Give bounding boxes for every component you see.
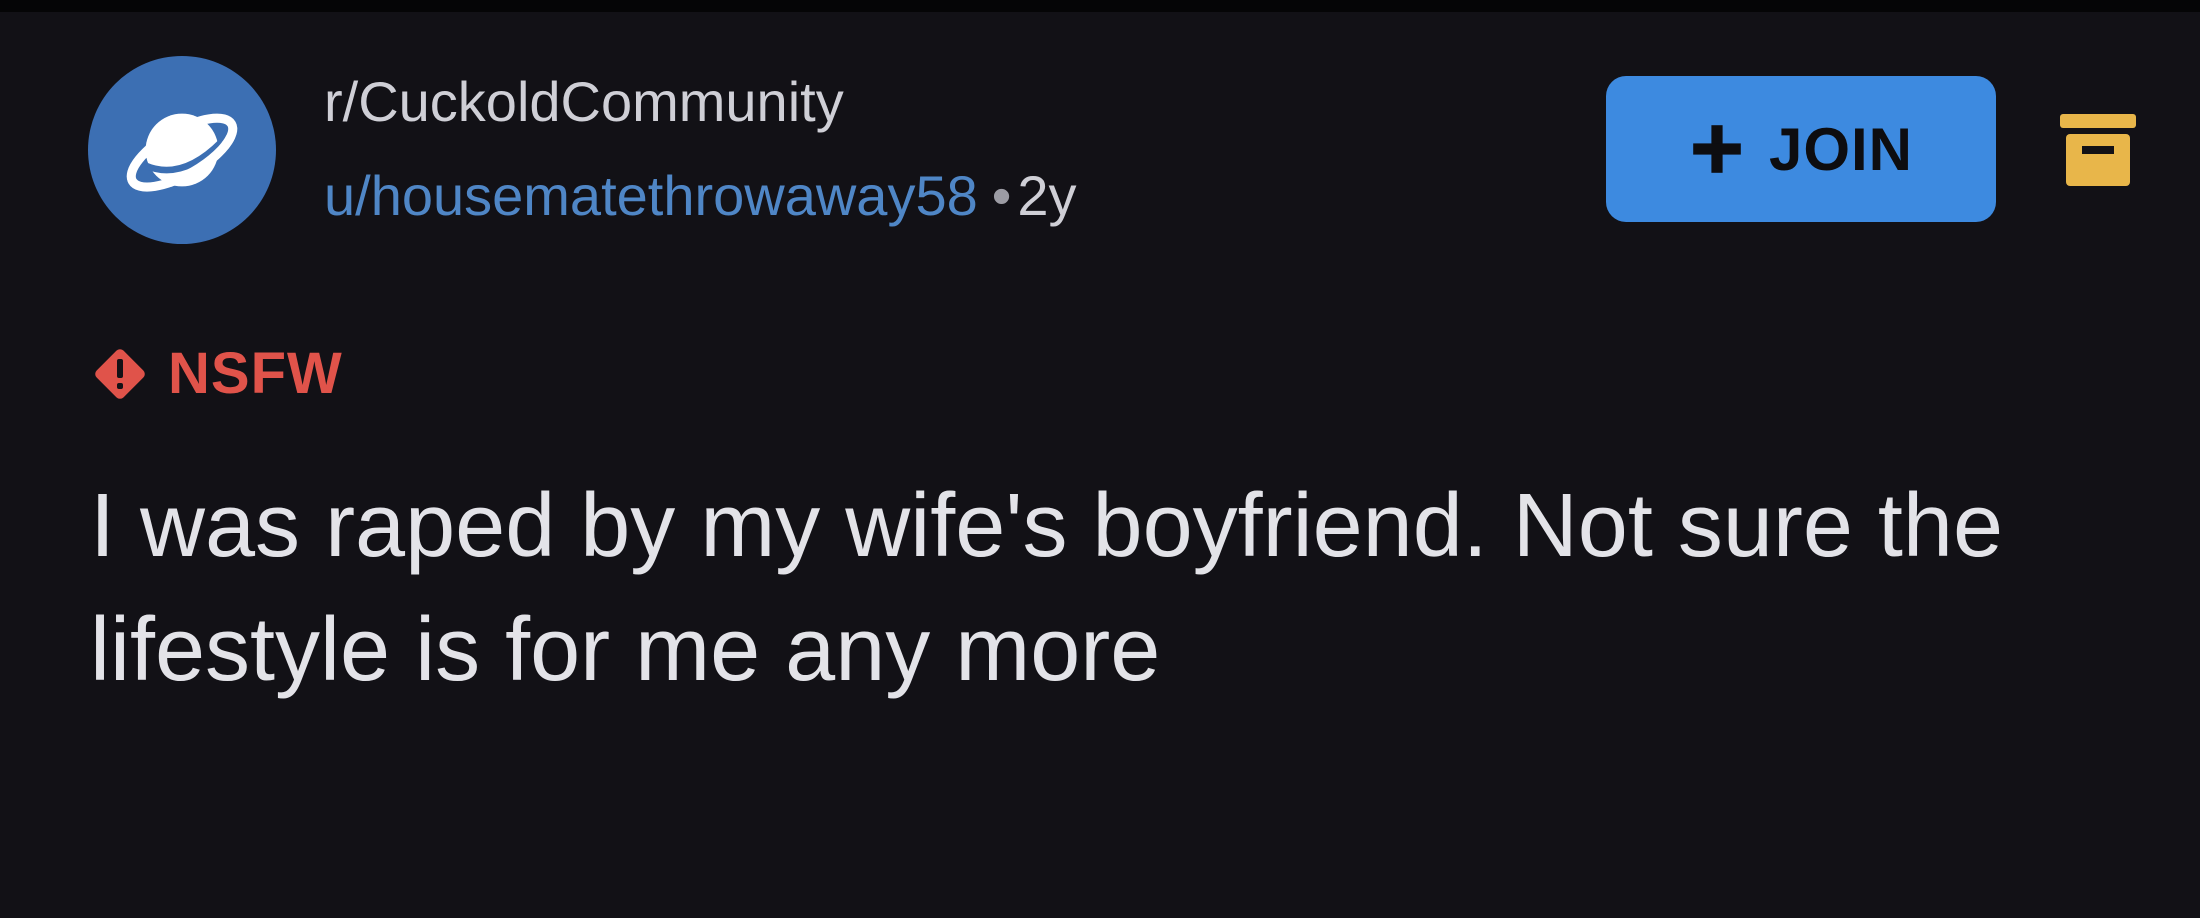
post-age: 2y — [1017, 164, 1077, 227]
post-card[interactable]: r/CuckoldCommunity u/housematethrowaway5… — [0, 12, 2200, 918]
join-label: JOIN — [1768, 115, 1914, 183]
planet-icon — [126, 113, 238, 192]
subreddit-avatar[interactable] — [88, 56, 276, 244]
post-meta: u/housematethrowaway58 • 2y — [324, 164, 1077, 228]
meta-separator: • — [991, 164, 1012, 227]
top-edge-strip — [0, 0, 2200, 12]
post-title[interactable]: I was raped by my wife's boyfriend. Not … — [90, 464, 2050, 712]
join-button[interactable]: JOIN — [1606, 76, 1996, 222]
nsfw-label: NSFW — [168, 341, 343, 406]
mod-shield-icon[interactable] — [2058, 112, 2138, 188]
plus-icon — [1693, 125, 1741, 173]
author-link[interactable]: u/housematethrowaway58 — [324, 164, 978, 227]
warning-diamond-icon — [95, 348, 145, 399]
nsfw-tag: NSFW — [90, 340, 343, 407]
subreddit-name[interactable]: r/CuckoldCommunity — [324, 70, 844, 134]
